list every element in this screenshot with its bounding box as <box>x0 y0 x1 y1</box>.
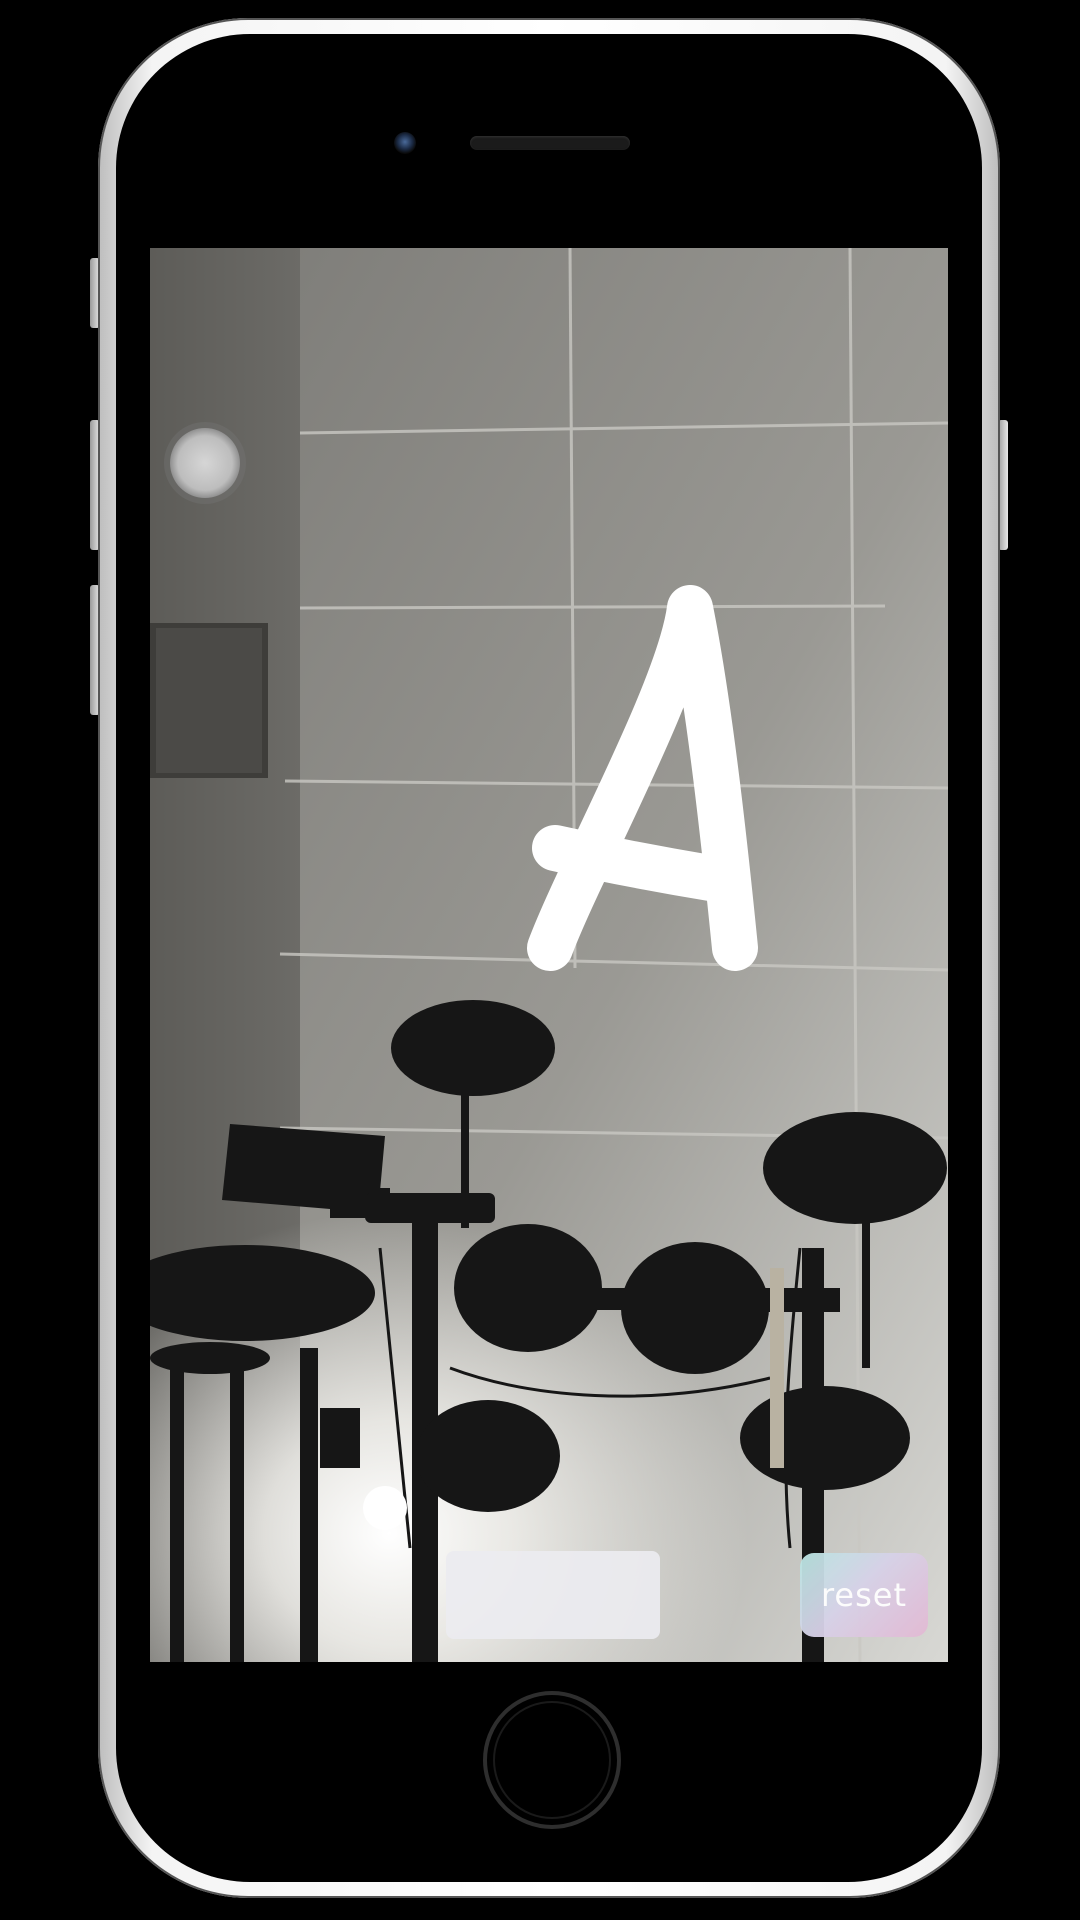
ar-camera-view[interactable]: reset <box>150 248 948 1662</box>
record-circle-icon[interactable] <box>170 428 240 498</box>
action-button[interactable] <box>446 1551 660 1639</box>
device-stage: reset <box>0 0 1080 1920</box>
home-button-icon[interactable] <box>483 1691 621 1829</box>
reset-button[interactable]: reset <box>800 1553 928 1637</box>
camera-scene <box>150 248 948 1662</box>
front-camera-icon <box>394 132 416 154</box>
earpiece-speaker <box>470 136 630 150</box>
